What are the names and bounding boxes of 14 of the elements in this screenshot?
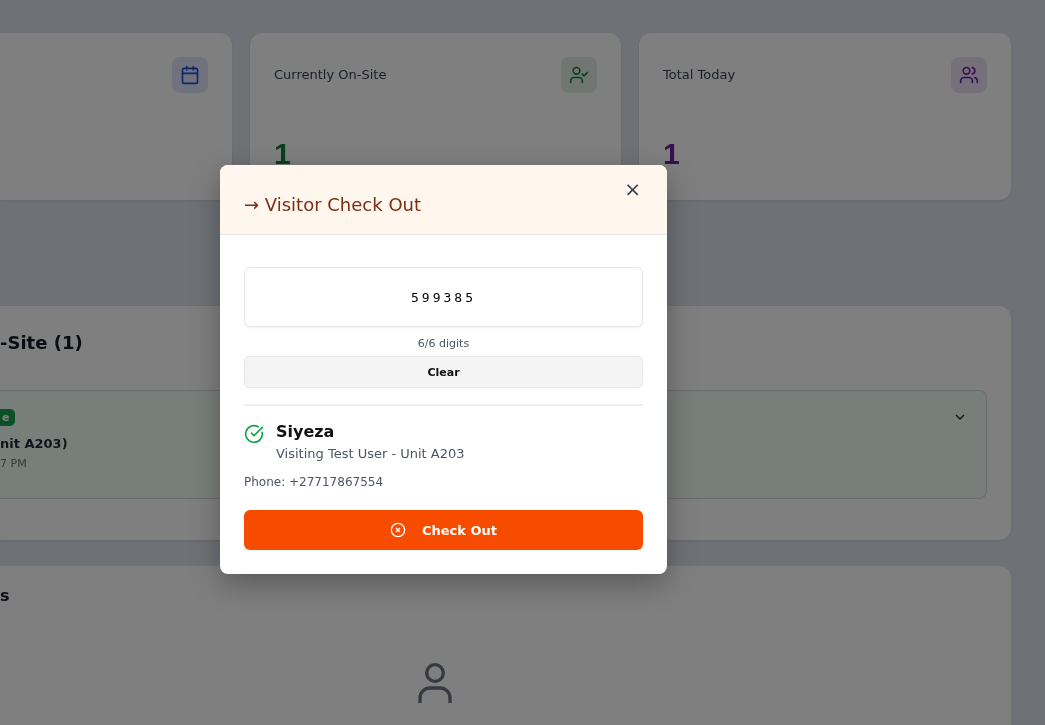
stat-label: Total Today	[663, 67, 736, 82]
stat-label: Currently On-Site	[274, 67, 387, 82]
stat-value: 1	[663, 137, 681, 171]
panel-title: s	[0, 586, 10, 605]
visitor-detail: Visiting Test User - Unit A203	[276, 446, 465, 461]
dialog-title: → Visitor Check Out	[244, 194, 422, 215]
panel-title: -Site (1)	[0, 332, 83, 353]
visitor-host: nit A203)	[0, 436, 68, 451]
visitor-name: Siyeza	[276, 422, 335, 441]
visitor-time: 7 PM	[0, 457, 27, 470]
status-badge: e	[0, 409, 16, 426]
stat-value: 1	[274, 137, 292, 171]
digit-count: 6/6 digits	[417, 337, 470, 350]
visitor-phone: Phone: +27717867554	[244, 475, 384, 489]
